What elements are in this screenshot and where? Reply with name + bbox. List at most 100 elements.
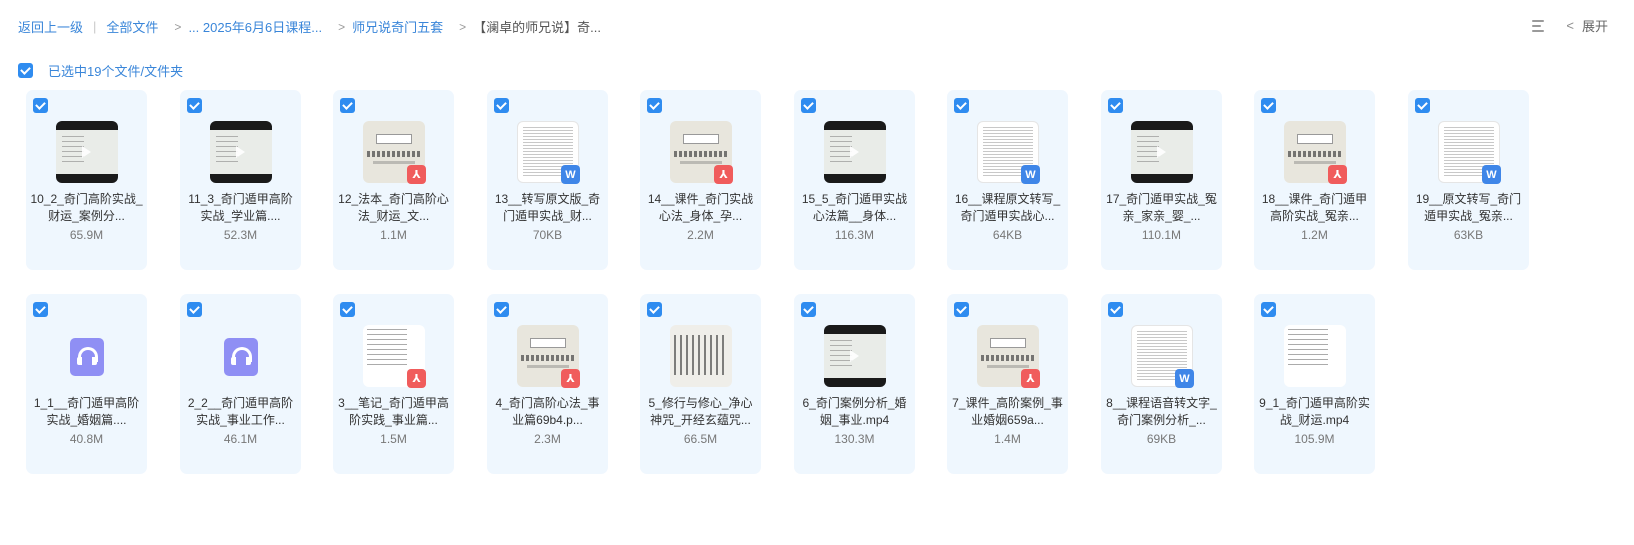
file-checkbox[interactable] [494, 98, 509, 113]
file-name[interactable]: 5_修行与修心_净心神咒_开经玄蕴咒... [644, 395, 757, 429]
file-name[interactable]: 4_奇门高阶心法_事业篇69b4.p... [491, 395, 604, 429]
file-name[interactable]: 6_奇门案例分析_婚姻_事业.mp4 [798, 395, 911, 429]
file-name[interactable]: 16__课程原文转写_奇门遁甲实战心... [951, 191, 1064, 225]
file-name[interactable]: 9_1_奇门遁甲高阶实战_财运.mp4 [1258, 395, 1371, 429]
text-image-thumbnail [670, 325, 732, 387]
file-checkbox[interactable] [187, 98, 202, 113]
file-size: 1.4M [994, 432, 1021, 446]
file-checkbox[interactable] [1108, 98, 1123, 113]
file-card[interactable]: 11_3_奇门遁甲高阶实战_学业篇.... 52.3M [180, 90, 301, 270]
file-name[interactable]: 17_奇门遁甲实战_冤亲_家亲_婴_... [1105, 191, 1218, 225]
file-name[interactable]: 2_2__奇门遁甲高阶实战_事业工作... [184, 395, 297, 429]
file-thumbnail [56, 325, 118, 387]
file-checkbox[interactable] [1108, 302, 1123, 317]
file-card[interactable]: 2_2__奇门遁甲高阶实战_事业工作... 46.1M [180, 294, 301, 474]
file-name[interactable]: 11_3_奇门遁甲高阶实战_学业篇.... [184, 191, 297, 225]
file-card[interactable]: ⅄ 14__课件_奇门实战心法_身体_孕... 2.2M [640, 90, 761, 270]
file-name[interactable]: 15_5_奇门遁甲实战心法篇__身体... [798, 191, 911, 225]
file-thumbnail [1131, 121, 1193, 183]
video-thumbnail [824, 121, 886, 183]
file-card[interactable]: 10_2_奇门高阶实战_财运_案例分... 65.9M [26, 90, 147, 270]
pdf-icon: ⅄ [407, 369, 426, 388]
file-card[interactable]: 15_5_奇门遁甲实战心法篇__身体... 116.3M [794, 90, 915, 270]
file-size: 1.2M [1301, 228, 1328, 242]
breadcrumb-current: 【澜卓的师兄说】奇... [473, 20, 601, 35]
top-bar: 返回上一级 | 全部文件 > ... 2025年6月6日课程... > 师兄说奇… [0, 0, 1634, 50]
file-checkbox[interactable] [647, 302, 662, 317]
play-icon [850, 146, 859, 158]
file-checkbox[interactable] [954, 98, 969, 113]
select-all-checkbox[interactable] [18, 63, 33, 78]
file-name[interactable]: 8__课程语音转文字_奇门案例分析_... [1105, 395, 1218, 429]
file-card[interactable]: ⅄ 18__课件_奇门遁甲高阶实战_冤亲... 1.2M [1254, 90, 1375, 270]
expand-button[interactable]: 展开 [1582, 16, 1608, 35]
play-icon [850, 350, 859, 362]
file-checkbox[interactable] [954, 302, 969, 317]
breadcrumb-all-files[interactable]: 全部文件 [106, 17, 158, 36]
file-name[interactable]: 1_1__奇门遁甲高阶实战_婚姻篇.... [30, 395, 143, 429]
file-card[interactable]: W 16__课程原文转写_奇门遁甲实战心... 64KB [947, 90, 1068, 270]
file-thumbnail [1284, 325, 1346, 387]
file-name[interactable]: 13__转写原文版_奇门遁甲实战_财... [491, 191, 604, 225]
file-checkbox[interactable] [33, 98, 48, 113]
select-all-row: 已选中19个文件/文件夹 [18, 61, 183, 80]
file-checkbox[interactable] [33, 302, 48, 317]
file-card[interactable]: ⅄ 3__笔记_奇门遁甲高阶实践_事业篇... 1.5M [333, 294, 454, 474]
file-card[interactable]: 6_奇门案例分析_婚姻_事业.mp4 130.3M [794, 294, 915, 474]
file-checkbox[interactable] [340, 302, 355, 317]
file-name[interactable]: 10_2_奇门高阶实战_财运_案例分... [30, 191, 143, 225]
file-card[interactable]: 17_奇门遁甲实战_冤亲_家亲_婴_... 110.1M [1101, 90, 1222, 270]
file-card[interactable]: 1_1__奇门遁甲高阶实战_婚姻篇.... 40.8M [26, 294, 147, 474]
file-checkbox[interactable] [187, 302, 202, 317]
file-checkbox[interactable] [801, 98, 816, 113]
file-thumbnail [670, 325, 732, 387]
file-checkbox[interactable] [801, 302, 816, 317]
pdf-icon: ⅄ [1021, 369, 1040, 388]
file-size: 2.2M [687, 228, 714, 242]
toolbar-right: < 展开 [1531, 16, 1608, 35]
file-card[interactable]: W 8__课程语音转文字_奇门案例分析_... 69KB [1101, 294, 1222, 474]
word-icon: W [1482, 165, 1501, 184]
file-name[interactable]: 18__课件_奇门遁甲高阶实战_冤亲... [1258, 191, 1371, 225]
chevron-right-icon: > [459, 19, 467, 34]
video-thumbnail [1131, 121, 1193, 183]
file-card[interactable]: 9_1_奇门遁甲高阶实战_财运.mp4 105.9M [1254, 294, 1375, 474]
breadcrumb: 返回上一级 | 全部文件 > ... 2025年6月6日课程... > 师兄说奇… [18, 17, 601, 36]
pdf-icon: ⅄ [407, 165, 426, 184]
list-view-icon[interactable] [1531, 18, 1546, 33]
chevron-left-icon[interactable]: < [1566, 18, 1574, 33]
file-checkbox[interactable] [1415, 98, 1430, 113]
file-size: 46.1M [223, 432, 258, 446]
file-name[interactable]: 19__原文转写_奇门遁甲实战_冤亲... [1412, 191, 1525, 225]
file-card[interactable]: 5_修行与修心_净心神咒_开经玄蕴咒... 66.5M [640, 294, 761, 474]
file-checkbox[interactable] [340, 98, 355, 113]
word-icon: W [1021, 165, 1040, 184]
file-name[interactable]: 7_课件_高阶案例_事业婚姻659a... [951, 395, 1064, 429]
file-card[interactable]: ⅄ 7_课件_高阶案例_事业婚姻659a... 1.4M [947, 294, 1068, 474]
breadcrumb-course-folder[interactable]: ... 2025年6月6日课程... [188, 17, 322, 36]
file-size: 52.3M [223, 228, 258, 242]
file-checkbox[interactable] [494, 302, 509, 317]
file-card[interactable]: W 19__原文转写_奇门遁甲实战_冤亲... 63KB [1408, 90, 1529, 270]
file-thumbnail: ⅄ [363, 121, 426, 184]
file-name[interactable]: 14__课件_奇门实战心法_身体_孕... [644, 191, 757, 225]
file-card[interactable]: ⅄ 4_奇门高阶心法_事业篇69b4.p... 2.3M [487, 294, 608, 474]
file-name[interactable]: 3__笔记_奇门遁甲高阶实践_事业篇... [337, 395, 450, 429]
file-card[interactable]: W 13__转写原文版_奇门遁甲实战_财... 70KB [487, 90, 608, 270]
file-checkbox[interactable] [1261, 302, 1276, 317]
file-size: 130.3M [834, 432, 875, 446]
file-checkbox[interactable] [647, 98, 662, 113]
file-name[interactable]: 12_法本_奇门高阶心法_财运_文... [337, 191, 450, 225]
file-size: 70KB [532, 228, 563, 242]
pdf-icon: ⅄ [714, 165, 733, 184]
file-thumbnail: ⅄ [977, 325, 1040, 388]
file-size: 69KB [1146, 432, 1177, 446]
file-thumbnail [210, 121, 272, 183]
audio-thumbnail [56, 325, 118, 387]
back-link[interactable]: 返回上一级 [18, 17, 83, 36]
file-checkbox[interactable] [1261, 98, 1276, 113]
breadcrumb-series-folder[interactable]: 师兄说奇门五套 [352, 17, 443, 36]
file-card[interactable]: ⅄ 12_法本_奇门高阶心法_财运_文... 1.1M [333, 90, 454, 270]
file-thumbnail: ⅄ [517, 325, 580, 388]
file-size: 63KB [1453, 228, 1484, 242]
